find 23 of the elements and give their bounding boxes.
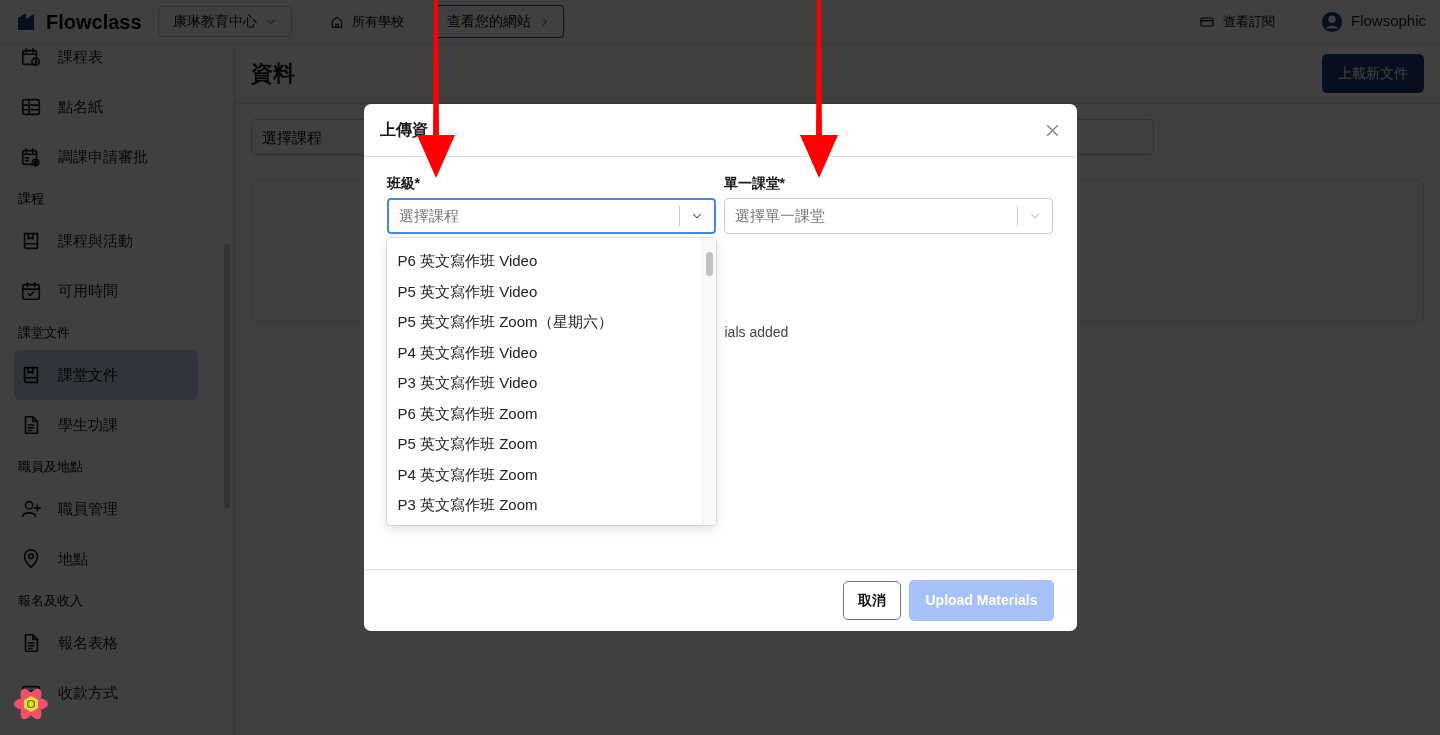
dropdown-option[interactable]: P5 英文寫作班 Zoom bbox=[386, 429, 702, 460]
sidebar-section-heading: 課程 bbox=[18, 190, 45, 209]
empty-message: ials added bbox=[724, 323, 789, 342]
dropdown-option[interactable]: P5 英文寫作班 Video bbox=[386, 276, 702, 307]
sidebar-section-heading: 報名及收入 bbox=[18, 592, 84, 611]
dropdown-option[interactable]: P6 英文寫作班 Video bbox=[386, 246, 702, 277]
user-name: Flowsophic bbox=[1350, 11, 1426, 32]
field-label: 班級* bbox=[386, 174, 421, 193]
dropdown-option[interactable]: P5 英文寫作班 Zoom（星期六） bbox=[386, 307, 702, 338]
dropdown-option[interactable]: P3 英文寫作班 Video bbox=[386, 368, 702, 399]
app-logo: Flowclass bbox=[46, 9, 142, 35]
cancel-button[interactable]: 取消 bbox=[843, 581, 902, 620]
select-field[interactable]: 選擇課程 bbox=[386, 198, 716, 234]
dropdown-option[interactable]: P4 英文寫作班 Zoom bbox=[386, 459, 702, 490]
select-field[interactable]: 選擇單一課堂 bbox=[723, 198, 1053, 234]
page-title: 資料 bbox=[251, 60, 295, 88]
scrollbar-thumb[interactable] bbox=[705, 252, 713, 276]
sidebar-section-heading: 職員及地點 bbox=[18, 458, 84, 477]
field-label: 單一課堂* bbox=[723, 174, 786, 193]
dropdown-option[interactable]: P4 英文寫作班 Video bbox=[386, 337, 702, 368]
dropdown-option[interactable]: P3 英文寫作班 Zoom bbox=[386, 490, 702, 521]
sidebar-section-heading: 課堂文件 bbox=[18, 324, 71, 343]
dropdown-option[interactable]: P6 英文寫作班 Zoom bbox=[386, 398, 702, 429]
